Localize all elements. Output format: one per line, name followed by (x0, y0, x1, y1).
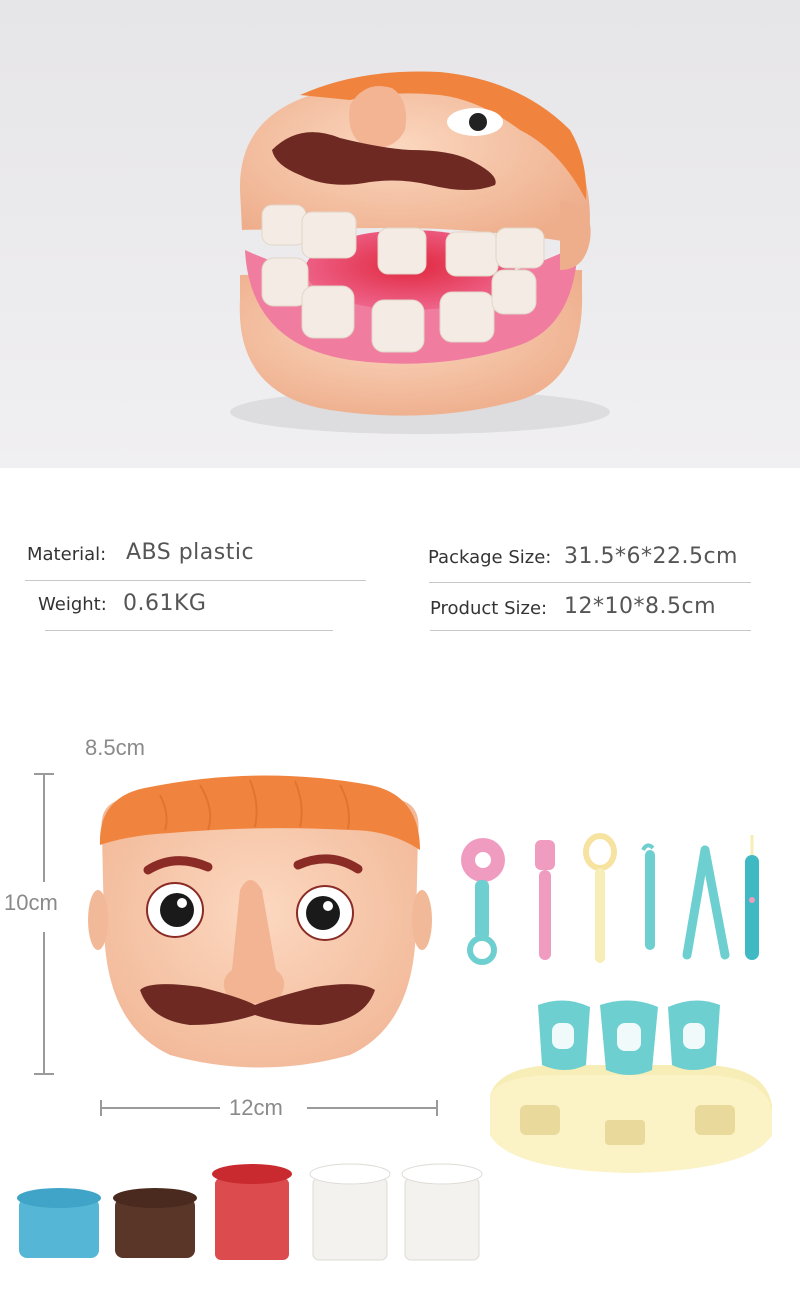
divider (45, 630, 333, 631)
divider (430, 630, 751, 631)
gear-tool-icon (461, 838, 505, 965)
package-size-value: 31.5*6*22.5cm (564, 544, 738, 569)
drill-tool-icon (745, 835, 759, 960)
divider (429, 582, 751, 583)
pink-tool-icon (535, 840, 555, 960)
width-dimension-line (100, 1100, 438, 1116)
probe-tool-icon (641, 843, 655, 950)
dental-tools (461, 833, 759, 965)
product-size-value: 12*10*8.5cm (564, 594, 717, 619)
blue-dough-cup (17, 1188, 101, 1258)
teeth-mold-tray (490, 1000, 772, 1173)
tweezers-tool-icon (682, 845, 730, 960)
red-dough-cup (212, 1164, 292, 1260)
hero-photo (0, 0, 800, 468)
depth-label: 8.5cm (85, 735, 145, 760)
play-dough-cups (17, 1163, 483, 1261)
dentist-toy-face (88, 775, 432, 1068)
package-size-label: Package Size: (428, 547, 552, 568)
height-dimension-line (34, 773, 54, 1075)
dentist-toy-open-mouth (230, 71, 610, 434)
divider (25, 580, 366, 581)
material-label: Material: (27, 544, 107, 565)
brown-dough-cup (113, 1188, 197, 1258)
product-size-label: Product Size: (430, 598, 548, 619)
weight-value: 0.61KG (123, 591, 207, 616)
material-value: ABS plastic (126, 540, 255, 565)
white-dough-cup (401, 1163, 483, 1261)
mirror-tool-icon (583, 833, 617, 963)
white-dough-cup (309, 1163, 391, 1261)
weight-label: Weight: (38, 594, 107, 615)
